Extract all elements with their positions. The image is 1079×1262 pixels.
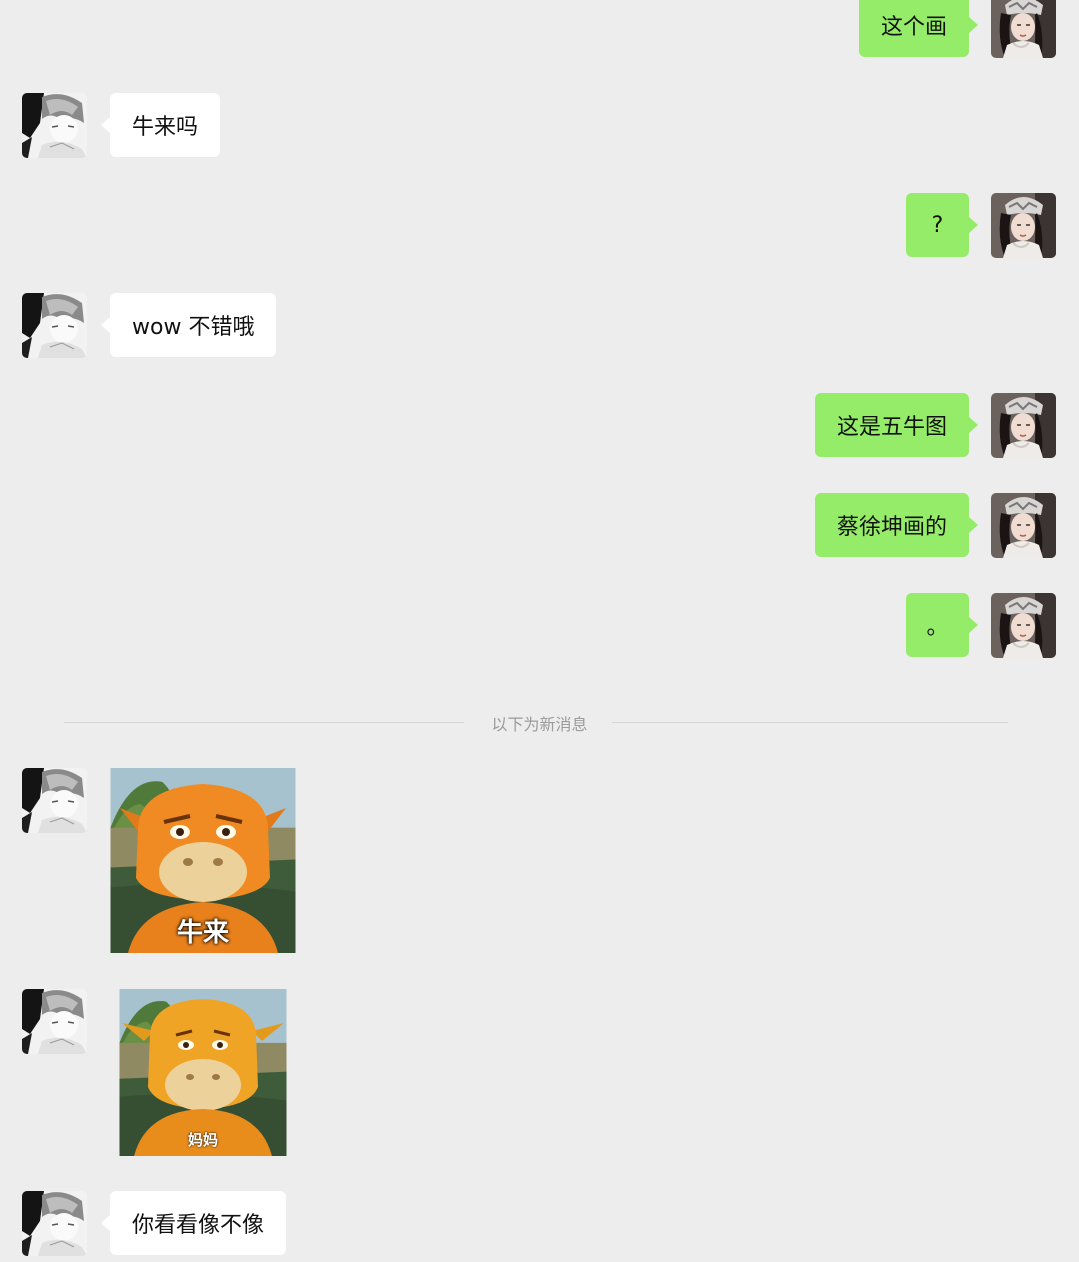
sticker-caption: 牛来: [176, 918, 229, 948]
contact-avatar[interactable]: [22, 93, 87, 158]
monochrome-anime-avatar-icon: [22, 93, 87, 158]
divider-line-right: [612, 722, 1008, 723]
message-bubble-outgoing[interactable]: 这个画: [858, 0, 979, 57]
my-avatar[interactable]: [991, 0, 1056, 58]
message-bubble-outgoing[interactable]: ?: [906, 193, 978, 257]
message-bubble-outgoing[interactable]: 蔡徐坤画的: [814, 493, 979, 557]
monochrome-anime-avatar-icon: [22, 293, 87, 358]
message-bubble-incoming[interactable]: wow 不错哦: [100, 293, 277, 357]
cow-sticker-image[interactable]: 牛来: [110, 768, 296, 953]
contact-avatar[interactable]: [22, 293, 87, 358]
message-bubble-outgoing[interactable]: 这是五牛图: [814, 393, 979, 457]
my-avatar[interactable]: [991, 593, 1056, 658]
contact-avatar[interactable]: [22, 768, 87, 833]
contact-avatar[interactable]: [22, 1191, 87, 1256]
message-bubble-outgoing[interactable]: 。: [906, 593, 978, 657]
monochrome-anime-avatar-icon: [22, 989, 87, 1054]
my-avatar[interactable]: [991, 493, 1056, 558]
my-avatar[interactable]: [991, 193, 1056, 258]
monochrome-anime-avatar-icon: [22, 1191, 87, 1256]
divider-text: 以下为新消息: [491, 715, 588, 734]
girl-photo-avatar-icon: [991, 0, 1056, 58]
monochrome-anime-avatar-icon: [22, 768, 87, 833]
sticker-caption: 妈妈: [187, 1131, 218, 1149]
my-avatar[interactable]: [991, 393, 1056, 458]
girl-photo-avatar-icon: [991, 193, 1056, 258]
message-bubble-incoming[interactable]: 牛来吗: [100, 93, 221, 157]
message-bubble-incoming[interactable]: 你看看像不像: [100, 1191, 287, 1255]
girl-photo-avatar-icon: [991, 593, 1056, 658]
girl-photo-avatar-icon: [991, 493, 1056, 558]
contact-avatar[interactable]: [22, 989, 87, 1054]
new-messages-divider: 以下为新消息: [0, 708, 1079, 738]
cow-sticker-image[interactable]: 妈妈: [110, 989, 296, 1156]
girl-photo-avatar-icon: [991, 393, 1056, 458]
